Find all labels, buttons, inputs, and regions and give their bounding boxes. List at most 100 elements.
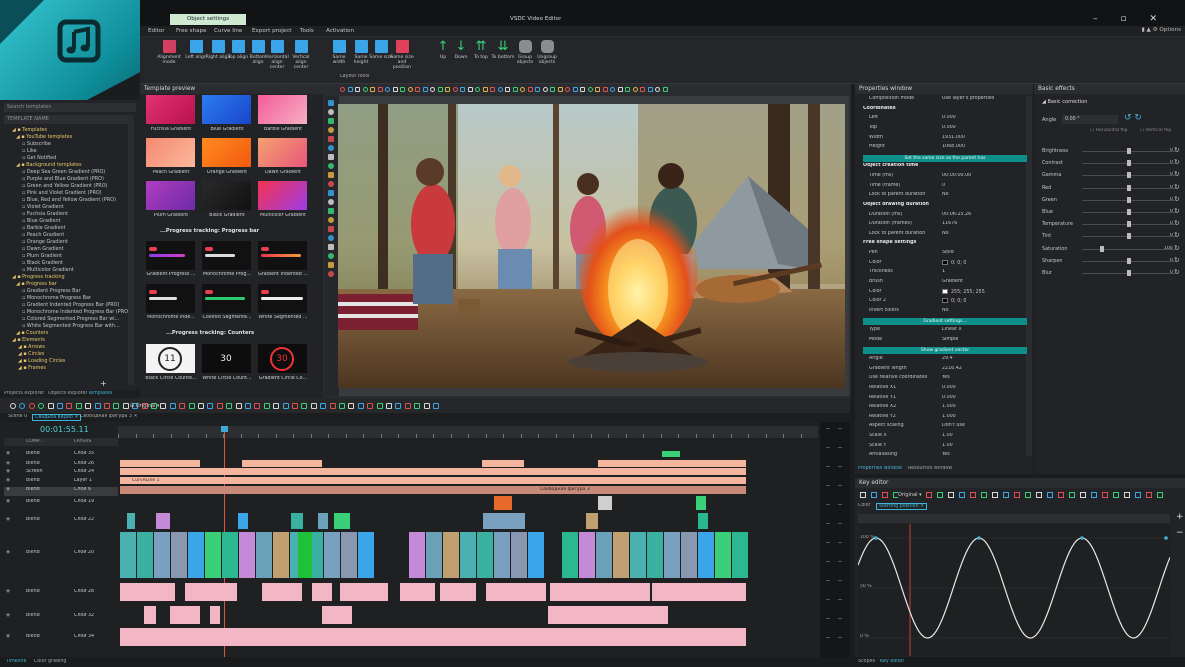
clip-video-frame[interactable] — [256, 532, 272, 578]
clip-audio[interactable] — [144, 606, 156, 624]
key-tool-icon[interactable] — [1014, 492, 1020, 498]
clip-video-frame[interactable] — [460, 532, 476, 578]
layer-blend[interactable]: Blend — [26, 499, 40, 504]
property-row[interactable]: Invert colors No — [855, 308, 1025, 318]
property-row[interactable]: Color 255; 255; 255 — [855, 288, 1025, 299]
reset-icon[interactable]: ↻ — [1174, 244, 1180, 252]
preview-tool-icon[interactable] — [512, 87, 518, 92]
template-thumb[interactable] — [202, 138, 251, 167]
property-row[interactable]: Relative Y1 0.000 — [855, 395, 1025, 405]
tab-object-settings[interactable]: Object settings — [170, 14, 246, 25]
property-row[interactable]: Pen Solid — [855, 250, 1025, 260]
clip-video-frame[interactable] — [154, 532, 170, 578]
clip-video-frame[interactable] — [596, 532, 612, 578]
key-tool-icon[interactable] — [948, 492, 954, 498]
property-value[interactable]: 29.4 — [942, 356, 953, 361]
layer-row[interactable]: ◉ Blend Слой 35 — [4, 451, 118, 460]
key-tool-icon[interactable] — [1036, 492, 1042, 498]
timeline-tool-icon[interactable] — [395, 403, 402, 409]
clip-audio[interactable] — [120, 583, 175, 601]
property-value[interactable]: No — [942, 308, 949, 313]
zoom-in-icon[interactable]: + — [1176, 512, 1184, 522]
clip-video-frame[interactable] — [562, 532, 578, 578]
preview-tool-icon[interactable] — [565, 87, 570, 92]
vertical-tool-icon[interactable] — [328, 235, 334, 241]
property-row[interactable]: Mode Simple — [855, 337, 1025, 347]
timeline-tool-icon[interactable] — [367, 403, 374, 409]
preview-tool-icon[interactable] — [452, 87, 458, 92]
key-tool-icon[interactable] — [937, 492, 943, 498]
ribbon-btn-alignment-mode[interactable]: Alignment mode — [156, 40, 182, 80]
layer-row[interactable]: ◉ Blend Слой 28 — [4, 589, 118, 598]
property-value[interactable]: Simple — [942, 337, 958, 342]
property-row[interactable]: Height 1068.000 — [855, 144, 1025, 154]
preview-tool-icon[interactable] — [475, 87, 480, 92]
color-swatch[interactable] — [942, 259, 948, 265]
timeline-tool-icon[interactable] — [301, 403, 308, 409]
menu-item-tools[interactable]: Tools — [300, 28, 314, 34]
preview-tool-icon[interactable] — [445, 87, 450, 92]
timeline-tool-icon[interactable] — [57, 403, 63, 409]
property-value[interactable]: 1.000 — [942, 404, 956, 409]
tree-item[interactable]: ◢ ▪ Templates — [12, 127, 47, 133]
menu-item-curve-line[interactable]: Curve line — [214, 28, 242, 34]
key-tool-icon[interactable] — [1058, 492, 1064, 498]
tree-item[interactable]: ◢ ▪ Progress tracking — [12, 274, 65, 280]
template-thumb[interactable] — [258, 181, 307, 210]
property-row[interactable]: Lock to parent duration No — [855, 192, 1025, 202]
property-action-button[interactable]: Show gradient vector — [863, 347, 1027, 355]
key-tool-icon[interactable] — [959, 492, 965, 498]
color-swatch[interactable] — [942, 288, 948, 294]
clip-video-frame[interactable] — [698, 532, 714, 578]
layer-row[interactable]: ◉ Blend Слой 20 — [4, 550, 118, 559]
clip-thumb[interactable] — [291, 513, 303, 529]
property-row[interactable]: Aspect scaling Don't use — [855, 423, 1025, 433]
tree-item[interactable]: ▫ Peach Gradient — [22, 232, 64, 238]
timeline-tool-icon[interactable] — [160, 403, 167, 409]
clip-thumb[interactable] — [127, 513, 135, 529]
clip-video-frame[interactable] — [171, 532, 187, 578]
preview-tool-icon[interactable] — [647, 87, 653, 92]
tree-item[interactable]: ◢ ▪ YouTube templates — [16, 134, 72, 140]
clip-audio[interactable] — [486, 583, 546, 601]
clip-audio[interactable] — [262, 583, 302, 601]
timeline-tool-icon[interactable] — [254, 403, 261, 409]
keyframe-point[interactable] — [874, 536, 878, 540]
vertical-tool-icon[interactable] — [328, 181, 334, 187]
property-value[interactable]: 0.000 — [942, 125, 956, 130]
preview-tool-icon[interactable] — [527, 87, 533, 92]
key-tool-icon[interactable] — [981, 492, 987, 498]
slider-knob[interactable] — [1127, 233, 1131, 240]
property-value[interactable]: 1 — [942, 269, 945, 274]
timeline-tool-icon[interactable] — [94, 403, 101, 409]
preview-tool-icon[interactable] — [535, 87, 540, 92]
tree-item[interactable]: ▫ Pink and Violet Gradient (PRO) — [22, 190, 102, 196]
property-value[interactable]: 00:06:25.26 — [942, 212, 971, 217]
layer-visibility-icon[interactable]: ◉ — [6, 487, 10, 492]
slider-knob[interactable] — [1127, 196, 1131, 203]
clip-thumb[interactable] — [156, 513, 170, 529]
vertical-tool-icon[interactable] — [328, 163, 334, 169]
status-left-1[interactable]: Color grading — [34, 659, 66, 664]
effect-slider-temperature[interactable]: Temperature 0 ↻ — [1034, 219, 1184, 229]
property-row[interactable]: Time (frame) 0 — [855, 183, 1025, 193]
timeline-tool-icon[interactable] — [10, 403, 16, 409]
tree-item[interactable]: ◢ ▪ Counters — [16, 330, 48, 336]
timeline-tool-icon[interactable] — [329, 403, 336, 409]
tree-item[interactable]: ◢ ▪ Loading Circles — [18, 358, 65, 364]
effect-slider-blur[interactable]: Blur 0 ↻ — [1034, 268, 1184, 278]
timeline-tool-icon[interactable] — [245, 403, 251, 409]
clip-video-frame[interactable] — [188, 532, 204, 578]
tree-item[interactable]: ▫ Monochrome Progress Bar — [22, 295, 91, 301]
timeline-tool-icon[interactable] — [310, 403, 317, 409]
preview-tool-icon[interactable] — [542, 87, 548, 92]
template-thumb[interactable] — [146, 181, 195, 210]
slider-knob[interactable] — [1100, 245, 1104, 252]
property-value[interactable]: No — [942, 192, 949, 197]
template-thumb[interactable] — [202, 95, 251, 124]
clip-peach-long[interactable] — [120, 468, 746, 475]
clip-audio[interactable] — [312, 583, 332, 601]
property-row[interactable]: Gradient length 2216.42 — [855, 366, 1025, 376]
effect-slider-red[interactable]: Red 0 ↻ — [1034, 183, 1184, 193]
keyframe-point[interactable] — [1164, 536, 1168, 540]
